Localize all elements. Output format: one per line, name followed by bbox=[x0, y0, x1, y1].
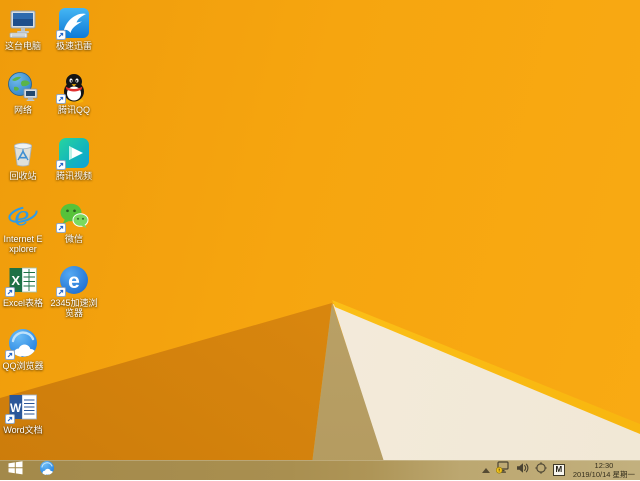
icon-label: 回收站 bbox=[9, 171, 37, 181]
shortcut-arrow-icon bbox=[5, 350, 15, 360]
desktop-icon-word[interactable]: W Word文档 bbox=[2, 391, 44, 435]
icon-label: Internet Explorer bbox=[3, 234, 43, 254]
wechat-icon bbox=[56, 200, 90, 233]
volume-icon[interactable] bbox=[516, 461, 529, 479]
icon-label: 腾讯视频 bbox=[55, 171, 92, 181]
icon-label: 2345加速浏览器 bbox=[50, 298, 98, 318]
shortcut-arrow-icon bbox=[56, 160, 66, 170]
qq-browser-taskbar-icon bbox=[39, 460, 55, 481]
taskbar-qq-browser-button[interactable] bbox=[34, 460, 60, 480]
shortcut-arrow-icon bbox=[5, 287, 15, 297]
clock-date: 2019/10/14 星期一 bbox=[572, 470, 635, 479]
crosshair-tray-icon[interactable] bbox=[535, 461, 547, 479]
qq-penguin-icon bbox=[56, 71, 90, 104]
shortcut-arrow-icon bbox=[56, 94, 66, 104]
desktop-icon-qq-browser[interactable]: QQ浏览器 bbox=[2, 327, 44, 371]
system-tray: M 12:30 2019/10/14 星期一 bbox=[481, 460, 637, 480]
excel-icon: X bbox=[5, 264, 39, 297]
internet-explorer-icon: e bbox=[7, 200, 39, 232]
svg-text:W: W bbox=[10, 401, 22, 415]
desktop-icon-xunlei[interactable]: 极速迅雷 bbox=[46, 7, 102, 51]
desktop-icon-this-pc[interactable]: 这台电脑 bbox=[2, 7, 44, 51]
icon-label: 这台电脑 bbox=[4, 41, 41, 51]
shortcut-arrow-icon bbox=[56, 287, 66, 297]
shortcut-arrow-icon bbox=[56, 223, 66, 233]
desktop-icon-excel[interactable]: X Excel表格 bbox=[2, 264, 44, 308]
shortcut-arrow-icon bbox=[5, 414, 15, 424]
icon-label: Word文档 bbox=[3, 425, 43, 435]
desktop-icon-tencent-qq[interactable]: 腾讯QQ bbox=[46, 71, 102, 115]
windows-logo-icon bbox=[8, 460, 23, 480]
desktop-icon-network[interactable]: 网络 bbox=[2, 71, 44, 115]
shortcut-arrow-icon bbox=[56, 30, 66, 40]
desktop-icon-recycle-bin[interactable]: 回收站 bbox=[2, 137, 44, 181]
xunlei-icon bbox=[56, 7, 90, 40]
taskbar-clock[interactable]: 12:30 2019/10/14 星期一 bbox=[571, 461, 637, 479]
2345-browser-icon: e bbox=[56, 264, 90, 297]
tencent-video-icon bbox=[56, 137, 90, 170]
desktop-icon-internet-explorer[interactable]: e Internet Explorer bbox=[2, 200, 44, 254]
start-button[interactable] bbox=[0, 460, 30, 480]
ime-indicator[interactable]: M bbox=[552, 464, 565, 476]
icon-label: 腾讯QQ bbox=[57, 105, 90, 115]
desktop-icon-wechat[interactable]: 微信 bbox=[46, 200, 102, 244]
network-status-icon[interactable] bbox=[495, 461, 510, 479]
desktop-icon-2345-browser[interactable]: e 2345加速浏览器 bbox=[46, 264, 102, 318]
recycle-bin-icon bbox=[7, 137, 39, 169]
taskbar: M 12:30 2019/10/14 星期一 bbox=[0, 460, 640, 480]
word-icon: W bbox=[5, 391, 39, 424]
clock-time: 12:30 bbox=[594, 461, 614, 470]
svg-text:e: e bbox=[14, 202, 29, 232]
qq-browser-icon bbox=[5, 327, 39, 360]
svg-text:e: e bbox=[68, 270, 80, 293]
icon-label: Excel表格 bbox=[2, 298, 43, 308]
icon-label: 微信 bbox=[64, 234, 83, 244]
icon-label: 网络 bbox=[13, 105, 32, 115]
desktop-icon-tencent-video[interactable]: 腾讯视频 bbox=[46, 137, 102, 181]
network-icon bbox=[7, 71, 39, 103]
icon-label: 极速迅雷 bbox=[55, 41, 92, 51]
icon-label: QQ浏览器 bbox=[2, 361, 44, 371]
hidden-icons-chevron-icon[interactable] bbox=[481, 467, 490, 473]
svg-text:X: X bbox=[11, 273, 20, 288]
this-pc-icon bbox=[7, 7, 39, 39]
